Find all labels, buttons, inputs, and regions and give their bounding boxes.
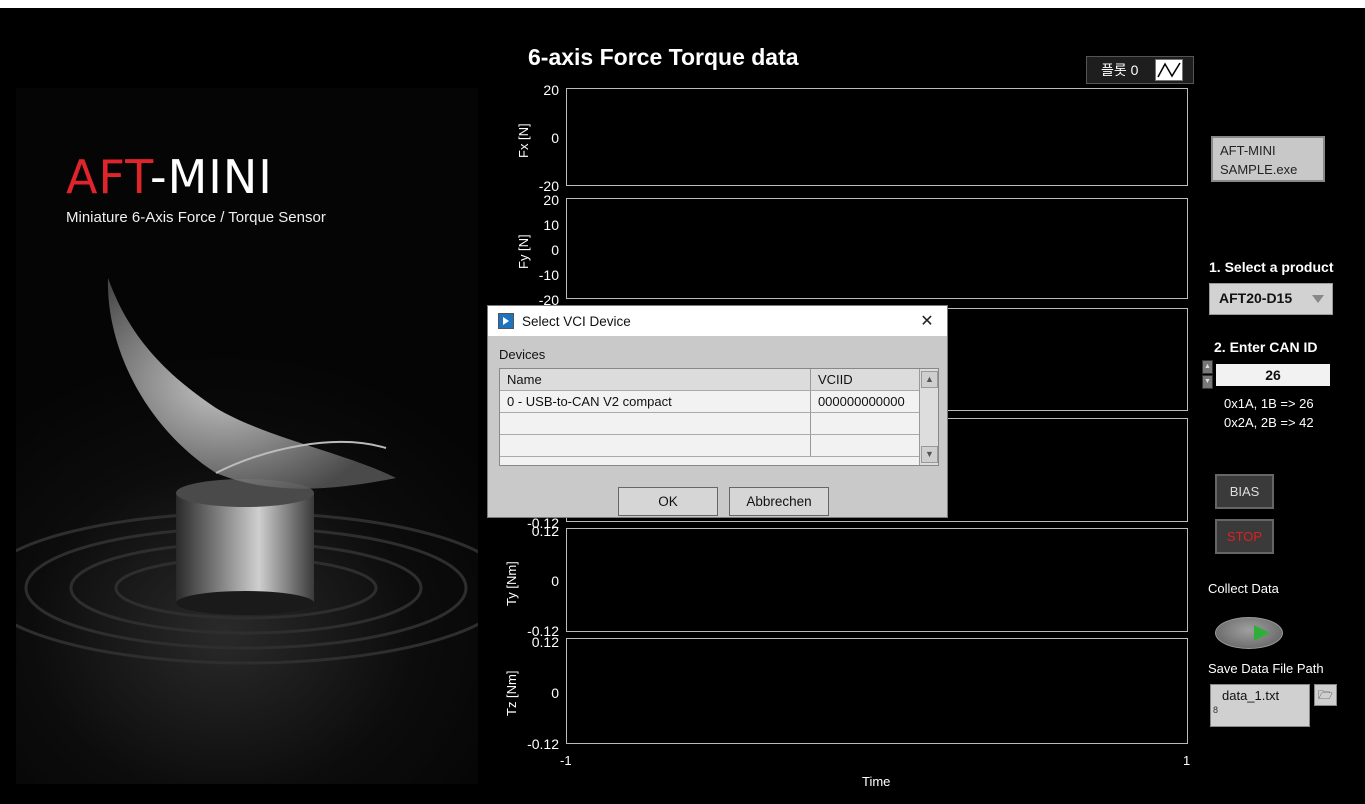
tz-plot[interactable]	[566, 638, 1188, 744]
labview-icon	[498, 313, 514, 329]
empty-cell[interactable]	[500, 412, 811, 435]
product-select-value: AFT20-D15	[1219, 290, 1293, 306]
column-header-name[interactable]: Name	[500, 369, 811, 391]
save-path-label: Save Data File Path	[1208, 661, 1324, 676]
brand-subtitle: Miniature 6-Axis Force / Torque Sensor	[66, 209, 326, 226]
play-icon	[1254, 625, 1270, 641]
fy-tick-m10: -10	[538, 267, 559, 283]
table-scrollbar[interactable]: ▲ ▼	[919, 369, 938, 465]
can-id-label: 2. Enter CAN ID	[1214, 339, 1318, 355]
dialog-titlebar: Select VCI Device ✕	[488, 306, 947, 336]
fy-tick-20: 20	[543, 192, 559, 208]
browse-folder-button[interactable]: 🗁	[1314, 684, 1337, 706]
increment-icon[interactable]: ▲	[1202, 360, 1213, 374]
ty-tick-max: 0.12	[531, 523, 559, 539]
plot-legend-label: 플롯 0	[1101, 62, 1139, 78]
dialog-title: Select VCI Device	[522, 313, 631, 329]
scroll-down-icon[interactable]: ▼	[921, 446, 938, 463]
ty-plot[interactable]	[566, 528, 1188, 632]
plot-style-icon[interactable]	[1155, 59, 1183, 81]
tz-axis-label: Tz [Nm]	[504, 670, 519, 717]
plot-legend[interactable]: 플롯 0	[1086, 56, 1194, 84]
ty-tick-zero: 0	[551, 573, 559, 589]
table-row[interactable]: 0 - USB-to-CAN V2 compact 000000000000	[500, 390, 921, 413]
close-icon[interactable]: ✕	[917, 311, 937, 331]
fx-tick-max: 20	[543, 82, 559, 98]
empty-cell[interactable]	[810, 412, 921, 435]
fx-axis-label: Fx [N]	[516, 123, 531, 158]
fx-plot[interactable]	[566, 88, 1188, 186]
app-name-line1: AFT-MINI	[1220, 143, 1276, 158]
ok-button[interactable]: OK	[618, 487, 718, 516]
chart-title: 6-axis Force Torque data	[528, 44, 799, 70]
x-tick-max: 1	[1183, 753, 1191, 768]
stop-button[interactable]: STOP	[1215, 519, 1274, 554]
path-marker: 8	[1213, 705, 1219, 715]
devices-table: Name VCIID 0 - USB-to-CAN V2 compact 000…	[499, 368, 939, 466]
fy-plot[interactable]	[566, 198, 1188, 299]
scroll-up-icon[interactable]: ▲	[921, 371, 938, 388]
select-product-label: 1. Select a product	[1209, 259, 1334, 275]
fy-tick-10: 10	[543, 217, 559, 233]
app-name-line2: SAMPLE.exe	[1220, 162, 1298, 177]
fy-axis-label: Fy [N]	[516, 234, 531, 269]
product-image-panel: AFT-MINI Miniature 6-Axis Force / Torque…	[16, 88, 478, 784]
bias-button[interactable]: BIAS	[1215, 474, 1274, 509]
empty-cell[interactable]	[500, 434, 811, 457]
table-header-row: Name VCIID	[500, 369, 921, 391]
device-name-cell[interactable]: 0 - USB-to-CAN V2 compact	[500, 390, 811, 413]
table-row[interactable]	[500, 434, 921, 457]
can-id-spinner[interactable]: ▲ ▼	[1202, 360, 1213, 389]
devices-label: Devices	[499, 347, 546, 362]
product-select[interactable]: AFT20-D15	[1209, 283, 1333, 315]
can-id-input[interactable]: 26	[1216, 364, 1330, 386]
collect-data-label: Collect Data	[1208, 581, 1279, 596]
save-path-value: data_1.txt	[1222, 688, 1280, 703]
ty-axis-label: Ty [Nm]	[504, 561, 519, 606]
collect-data-toggle[interactable]	[1215, 617, 1283, 649]
device-vciid-cell[interactable]: 000000000000	[810, 390, 921, 413]
table-row[interactable]	[500, 412, 921, 435]
brand-logo: AFT-MINI	[66, 150, 273, 204]
select-vci-dialog: Select VCI Device ✕ Devices Name VCIID 0…	[487, 305, 948, 518]
save-path-input[interactable]: data_1.txt 8	[1210, 684, 1310, 727]
chevron-down-icon	[1312, 295, 1324, 303]
folder-icon: 🗁	[1318, 688, 1333, 702]
x-axis-label: Time	[862, 774, 891, 789]
can-id-hint-1: 0x1A, 1B => 26	[1224, 396, 1314, 411]
x-tick-min: -1	[560, 753, 572, 768]
tz-tick-min: -0.12	[527, 736, 559, 752]
cancel-button[interactable]: Abbrechen	[729, 487, 829, 516]
column-header-vciid[interactable]: VCIID	[810, 369, 921, 391]
tz-tick-max: 0.12	[531, 634, 559, 650]
app-name-box: AFT-MINI SAMPLE.exe	[1211, 136, 1325, 182]
empty-cell[interactable]	[810, 434, 921, 457]
tz-tick-zero: 0	[551, 685, 559, 701]
app-window: AFT-MINI Miniature 6-Axis Force / Torque…	[0, 8, 1365, 804]
can-id-hint-2: 0x2A, 2B => 42	[1224, 415, 1314, 430]
decrement-icon[interactable]: ▼	[1202, 375, 1213, 389]
